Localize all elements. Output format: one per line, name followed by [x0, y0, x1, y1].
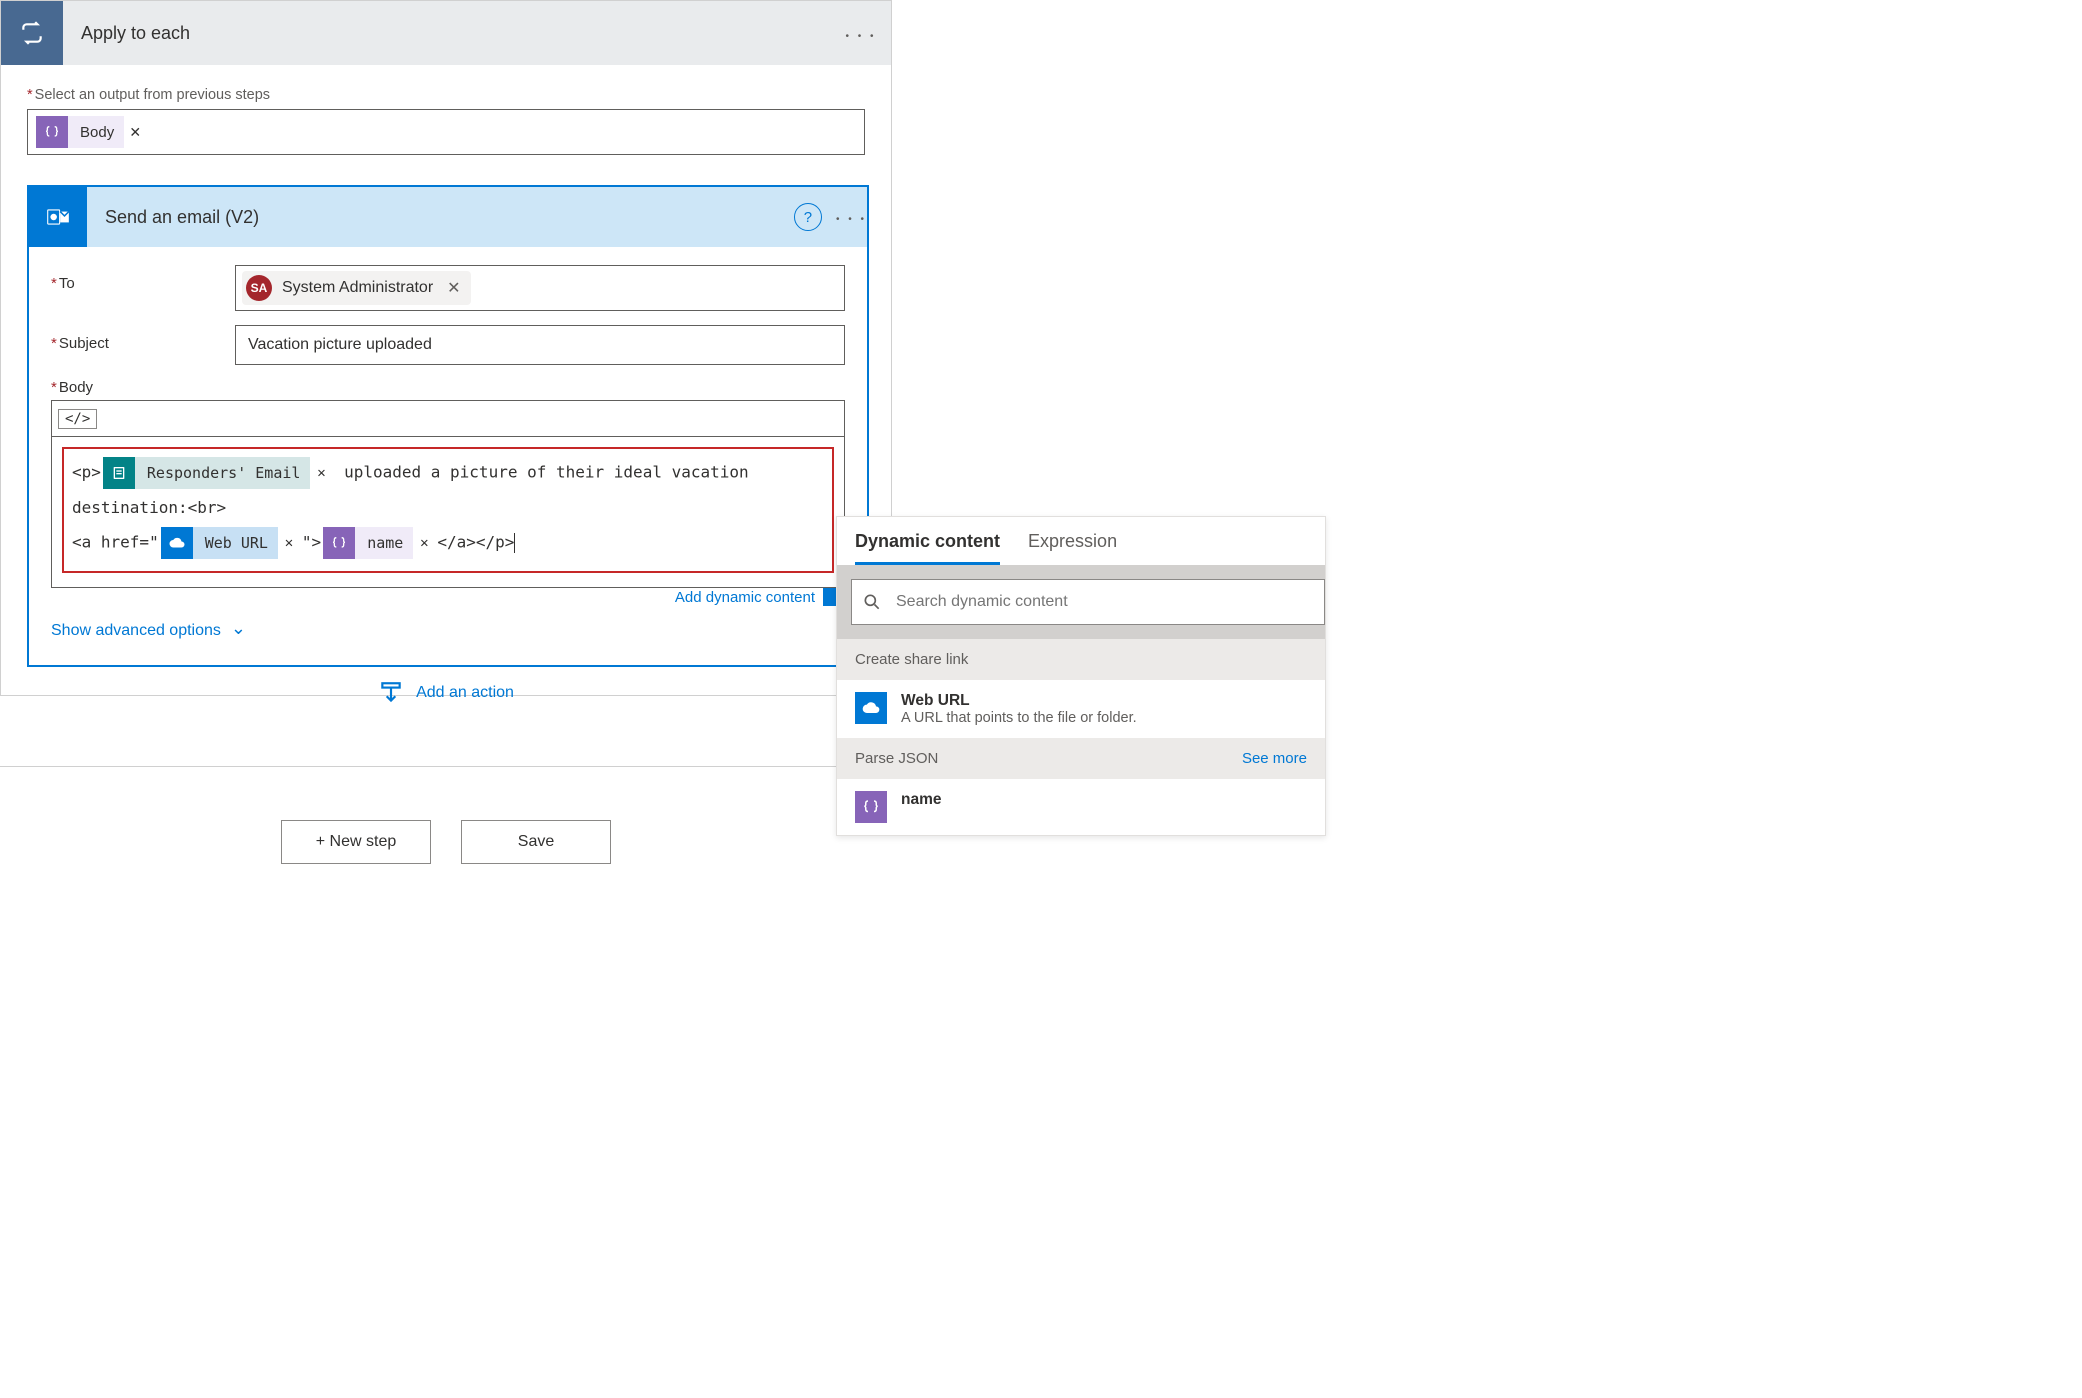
output-from-previous-label: *Select an output from previous steps — [27, 87, 865, 103]
section-parse-json: Parse JSON See more — [837, 738, 1325, 779]
cloud-icon — [855, 692, 887, 724]
forms-icon — [103, 457, 135, 489]
code-braces-icon — [323, 527, 355, 559]
loop-icon — [1, 1, 63, 65]
code-view-toggle[interactable]: </> — [58, 409, 97, 429]
apply-to-each-title: Apply to each — [63, 23, 831, 44]
divider — [0, 766, 892, 767]
search-icon — [862, 592, 882, 612]
insert-step-icon — [378, 680, 404, 706]
subject-input[interactable]: Vacation picture uploaded — [235, 325, 845, 365]
dynamic-content-search[interactable] — [851, 579, 1325, 625]
subject-label: *Subject — [51, 325, 235, 352]
body-label: *Body — [51, 379, 845, 396]
new-step-button[interactable]: + New step — [281, 820, 431, 864]
weburl-remove[interactable] — [278, 526, 300, 560]
apply-to-each-menu-button[interactable] — [831, 23, 891, 44]
tab-dynamic-content[interactable]: Dynamic content — [855, 531, 1000, 565]
dynamic-content-search-input[interactable] — [894, 592, 1314, 612]
to-label: *To — [51, 265, 235, 292]
send-email-header[interactable]: Send an email (V2) ? — [29, 187, 867, 247]
to-input[interactable]: SA System Administrator ✕ — [235, 265, 845, 311]
apply-to-each-card: Apply to each *Select an output from pre… — [0, 0, 892, 696]
tab-expression[interactable]: Expression — [1028, 531, 1117, 565]
send-email-card: Send an email (V2) ? *To SA System Admin… — [27, 185, 869, 667]
weburl-token[interactable]: Web URL — [161, 527, 300, 559]
body-editor[interactable]: <p> Responders' Email uploaded a picture… — [51, 436, 845, 588]
avatar: SA — [246, 275, 272, 301]
code-braces-icon — [855, 791, 887, 823]
name-remove[interactable] — [413, 526, 435, 560]
body-toolbar: </> — [51, 400, 845, 436]
recipient-chip[interactable]: SA System Administrator ✕ — [242, 271, 471, 305]
see-more-link[interactable]: See more — [1242, 750, 1307, 767]
cloud-icon — [161, 527, 193, 559]
outlook-icon — [29, 187, 87, 247]
body-token[interactable]: Body — [36, 116, 146, 148]
chevron-down-icon — [231, 620, 246, 641]
send-email-title: Send an email (V2) — [87, 207, 794, 228]
recipient-remove[interactable]: ✕ — [447, 278, 460, 298]
help-icon[interactable]: ? — [794, 203, 822, 231]
apply-to-each-header[interactable]: Apply to each — [1, 1, 891, 65]
dynamic-content-panel: Dynamic content Expression Create share … — [836, 516, 1326, 836]
code-braces-icon — [36, 116, 68, 148]
send-email-menu-button[interactable] — [836, 209, 867, 225]
show-advanced-options[interactable]: Show advanced options — [51, 620, 845, 641]
add-an-action[interactable]: Add an action — [0, 680, 892, 706]
body-html-content: <p> Responders' Email uploaded a picture… — [62, 447, 834, 573]
name-token[interactable]: name — [323, 527, 435, 559]
dyn-item-web-url[interactable]: Web URL A URL that points to the file or… — [837, 680, 1325, 738]
responders-email-token[interactable]: Responders' Email — [103, 457, 333, 489]
save-button[interactable]: Save — [461, 820, 611, 864]
responders-email-remove[interactable] — [310, 456, 332, 490]
add-dynamic-content-link[interactable]: Add dynamic content — [675, 589, 815, 606]
section-create-share-link: Create share link — [837, 639, 1325, 680]
recipient-name: System Administrator — [282, 279, 433, 297]
dyn-item-name[interactable]: name — [837, 779, 1325, 835]
output-from-previous-input[interactable]: Body — [27, 109, 865, 155]
body-token-remove[interactable] — [124, 124, 146, 141]
